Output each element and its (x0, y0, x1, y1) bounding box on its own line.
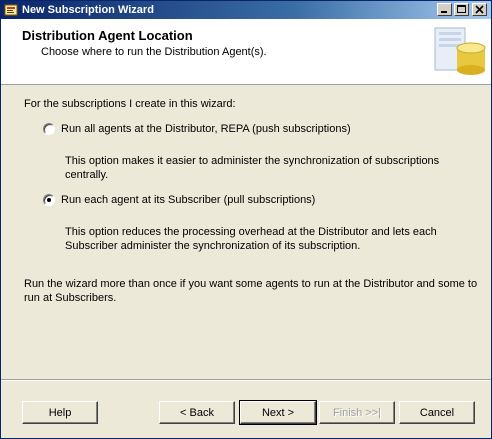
finish-button: Finish >>| (319, 401, 395, 424)
title-bar[interactable]: New Subscription Wizard (1, 1, 491, 19)
pull-subscriptions-description: This option reduces the processing overh… (65, 226, 437, 252)
maximize-icon (457, 5, 466, 13)
pull-subscriptions-radio[interactable] (43, 194, 55, 206)
minimize-icon (441, 11, 447, 13)
push-subscriptions-label[interactable]: Run all agents at the Distributor, REPA … (61, 123, 351, 135)
page-subtitle: Choose where to run the Distribution Age… (41, 46, 267, 58)
minimize-button[interactable] (437, 3, 452, 16)
push-subscriptions-radio[interactable] (43, 123, 55, 135)
wizard-window: New Subscription Wizard Distribution Age… (0, 0, 492, 439)
help-button[interactable]: Help (22, 401, 98, 424)
wizard-header: Distribution Agent Location Choose where… (1, 19, 491, 85)
maximize-button[interactable] (454, 3, 469, 16)
database-wizard-icon (434, 27, 486, 75)
push-subscriptions-description: This option makes it easier to administe… (65, 155, 440, 181)
subscriptions-prompt: For the subscriptions I create in this w… (24, 98, 236, 110)
cancel-button[interactable]: Cancel (399, 401, 475, 424)
back-button[interactable]: < Back (159, 401, 235, 424)
close-button[interactable] (472, 3, 487, 16)
wizard-note: Run the wizard more than once if you wan… (24, 278, 478, 304)
page-title: Distribution Agent Location (22, 28, 193, 43)
close-icon (475, 5, 484, 14)
wizard-app-icon (4, 4, 18, 16)
window-title: New Subscription Wizard (22, 4, 154, 16)
radio-selected-dot (47, 198, 51, 202)
pull-subscriptions-label[interactable]: Run each agent at its Subscriber (pull s… (61, 194, 315, 206)
next-button[interactable]: Next > (239, 400, 317, 425)
button-separator (1, 379, 491, 381)
